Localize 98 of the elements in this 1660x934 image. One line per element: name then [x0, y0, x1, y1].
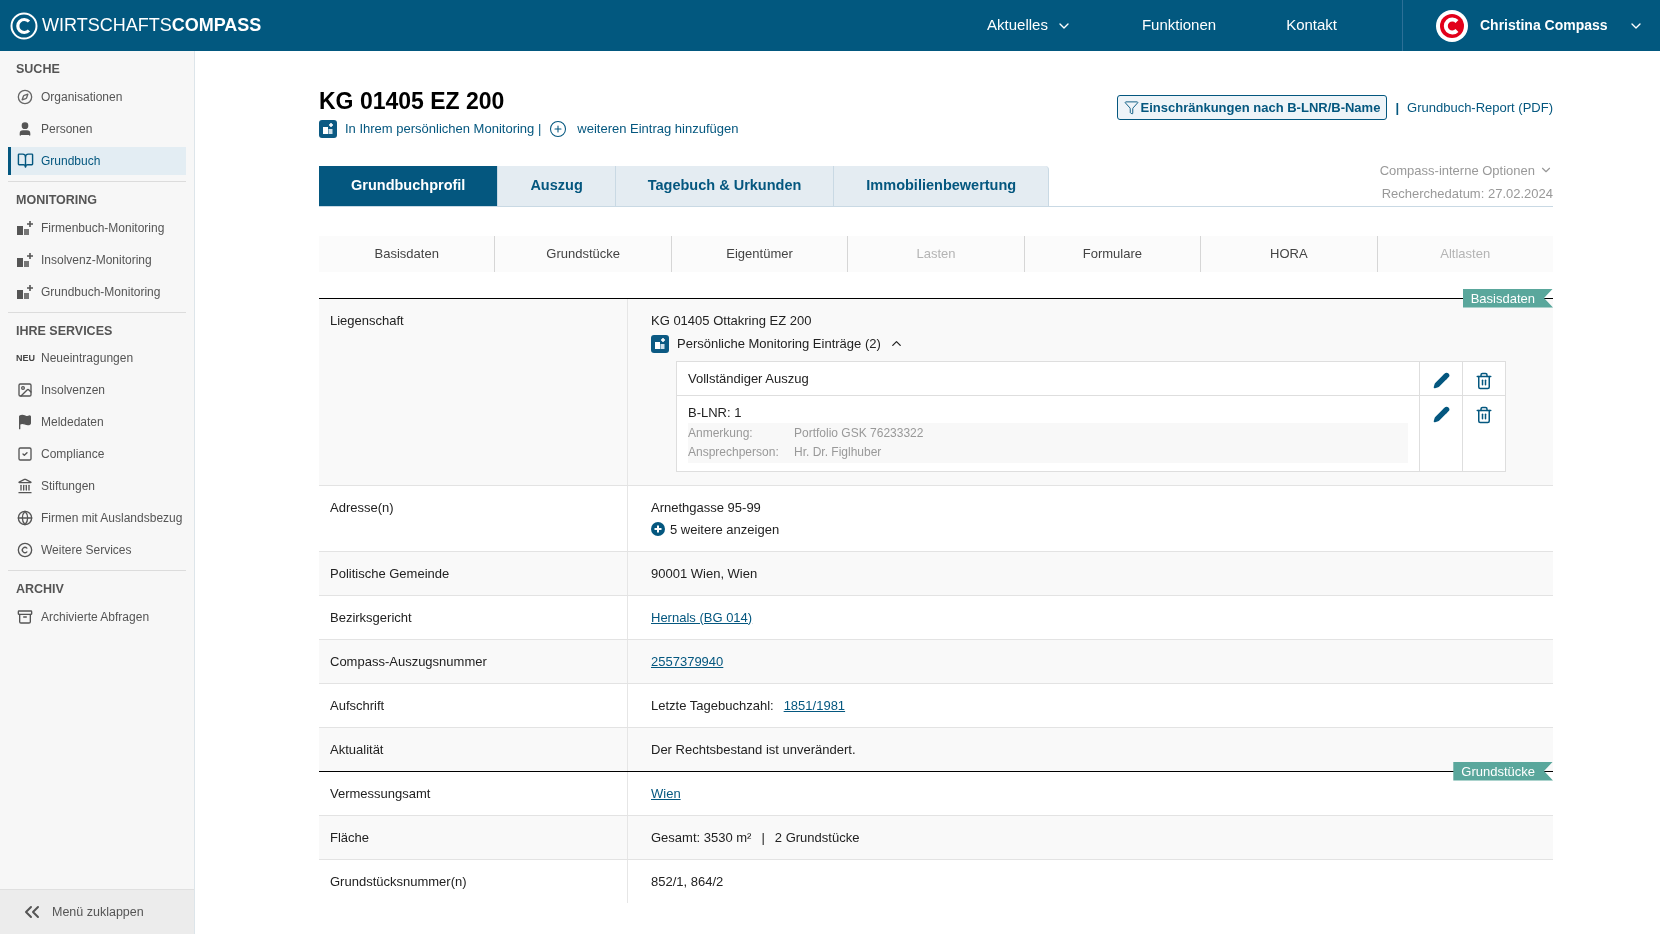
row-value: 2 Grundstücke [774, 828, 860, 846]
nav-link[interactable]: Kontakt [1286, 14, 1337, 37]
sidebar-item[interactable]: Weitere Services [8, 536, 186, 565]
row-label: Compass-Auszugsnummer [330, 653, 487, 669]
logo-wordmark: WIRTSCHAFTSCOMPASS [42, 14, 262, 37]
row-label: Aufschrift [330, 697, 385, 713]
sidebar-item[interactable]: Personen [8, 114, 186, 143]
row-label: Fläche [330, 829, 370, 845]
chart-plus-icon [16, 251, 34, 268]
add-icon[interactable] [549, 119, 568, 138]
subtab[interactable]: Eigentümer [726, 243, 793, 264]
row-value: | [761, 828, 765, 846]
tab[interactable]: Tagebuch & Urkunden [615, 165, 835, 206]
delete-icon[interactable] [1475, 371, 1493, 390]
page-title: KG 01405 EZ 200 [319, 87, 506, 115]
research-date: Recherchedatum: 27.02.2024 [1381, 185, 1553, 203]
row-label: Vermessungsamt [330, 785, 431, 801]
subtab[interactable]: HORA [1270, 243, 1308, 264]
detail-label: Ansprechperson: [688, 443, 780, 461]
sidebar-item[interactable]: Stiftungen [8, 472, 186, 501]
nav-link[interactable]: Aktuelles [987, 14, 1072, 37]
filter-icon [1123, 100, 1139, 115]
monitoring-link[interactable]: In Ihrem persönlichen Monitoring | [345, 119, 542, 139]
plus-icon [651, 522, 665, 536]
value-link[interactable]: 1851/1981 [783, 696, 846, 714]
separator: | [1395, 98, 1400, 117]
section-tag: Basisdaten [1462, 288, 1553, 308]
sidebar-item[interactable]: Compliance [8, 440, 186, 469]
entry-title: Vollständiger Auszug [688, 369, 810, 387]
archive-icon [17, 609, 33, 625]
user-name: Christina Compass [1480, 16, 1608, 35]
detail-value: Portfolio GSK 76233322 [794, 424, 924, 442]
detail-value: Hr. Dr. Figlhuber [794, 443, 882, 461]
row-label: Liegenschaft [330, 312, 404, 328]
monitoring-icon [651, 334, 669, 353]
monitoring-toggle[interactable]: Persönliche Monitoring Einträge (2) [651, 334, 1530, 353]
row-value: 852/1, 864/2 [651, 872, 724, 890]
building-plus-icon [16, 283, 34, 300]
row-value: Der Rechtsbestand ist unverändert. [651, 740, 856, 758]
row-value: Arnethgasse 95-99 [651, 498, 761, 516]
sidebar-item[interactable]: Insolvenz-Monitoring [8, 245, 186, 274]
add-entry-link[interactable]: weiteren Eintrag hinzufügen [577, 119, 739, 139]
subtab[interactable]: Basisdaten [374, 243, 439, 264]
subtab[interactable]: Grundstücke [546, 243, 620, 264]
c-circle-icon [17, 542, 33, 559]
edit-icon[interactable] [1432, 405, 1450, 423]
sidebar-item[interactable]: Grundbuch [8, 146, 186, 175]
row-label: Politische Gemeinde [330, 565, 450, 581]
entry-title: B-LNR: 1 [688, 403, 743, 421]
checkbox-icon [17, 446, 33, 463]
section-heading: ARCHIV [15, 581, 65, 599]
value-link[interactable]: Hernals (BG 014) [651, 608, 753, 626]
row-label: Aktualität [330, 741, 384, 757]
person-icon [17, 120, 33, 137]
row-label: Bezirksgericht [330, 609, 412, 625]
detail-label: Anmerkung: [688, 424, 754, 442]
globe-icon [17, 510, 33, 527]
section-heading: SUCHE [15, 61, 61, 78]
section-heading: MONITORING [15, 191, 99, 209]
compass-icon [17, 88, 33, 105]
sidebar-item[interactable]: Organisationen [8, 82, 186, 111]
row-value: KG 01405 Ottakring EZ 200 [651, 311, 812, 329]
sidebar-item[interactable]: Meldedaten [8, 408, 186, 437]
row-value: Letzte Tagebuchzahl: [651, 696, 774, 714]
value-link[interactable]: 2557379940 [651, 652, 724, 670]
monitoring-icon [319, 119, 337, 138]
report-link[interactable]: Grundbuch-Report (PDF) [1407, 97, 1553, 118]
building-icon [17, 478, 33, 495]
tab[interactable]: Immobilienbewertung [834, 165, 1050, 206]
image-icon [17, 382, 33, 399]
row-label: Grundstücksnummer(n) [330, 873, 467, 889]
chart-plus-icon [16, 219, 34, 236]
row-label: Adresse(n) [330, 499, 394, 515]
sidebar-item[interactable]: Firmenbuch-Monitoring [8, 213, 186, 242]
sidebar-item[interactable]: NEU Neueintragungen [8, 344, 186, 373]
value-link[interactable]: Wien [651, 784, 681, 802]
section-heading: IHRE SERVICES [15, 322, 114, 340]
edit-icon[interactable] [1432, 371, 1450, 389]
flag-icon [17, 414, 33, 431]
tab[interactable]: Auszug [498, 165, 616, 206]
user-menu[interactable]: Christina Compass [1402, 0, 1660, 51]
filter-button[interactable]: Einschränkungen nach B-LNR/B-Name [1116, 95, 1388, 120]
collapse-menu-button[interactable]: Menü zuklappen [0, 889, 194, 934]
sidebar-item[interactable]: Firmen mit Auslandsbezug [8, 504, 186, 533]
subtab[interactable]: Formulare [1082, 243, 1142, 264]
sidebar-item[interactable]: Archivierte Abfragen [8, 603, 186, 631]
sidebar-item[interactable]: Grundbuch-Monitoring [8, 277, 186, 306]
row-value: 90001 Wien, Wien [651, 564, 758, 582]
sidebar-item[interactable]: Insolvenzen [8, 376, 186, 405]
book-icon [16, 152, 34, 170]
new-label: NEU [16, 351, 34, 365]
tab[interactable]: Grundbuchprofil [319, 165, 499, 206]
row-value: Gesamt: 3530 m² [651, 828, 752, 846]
delete-icon[interactable] [1475, 405, 1493, 424]
avatar-logo-icon [1436, 9, 1468, 42]
show-more-link[interactable]: 5 weitere anzeigen [651, 520, 1530, 538]
logo-icon [10, 11, 38, 40]
nav-link[interactable]: Funktionen [1141, 14, 1217, 37]
